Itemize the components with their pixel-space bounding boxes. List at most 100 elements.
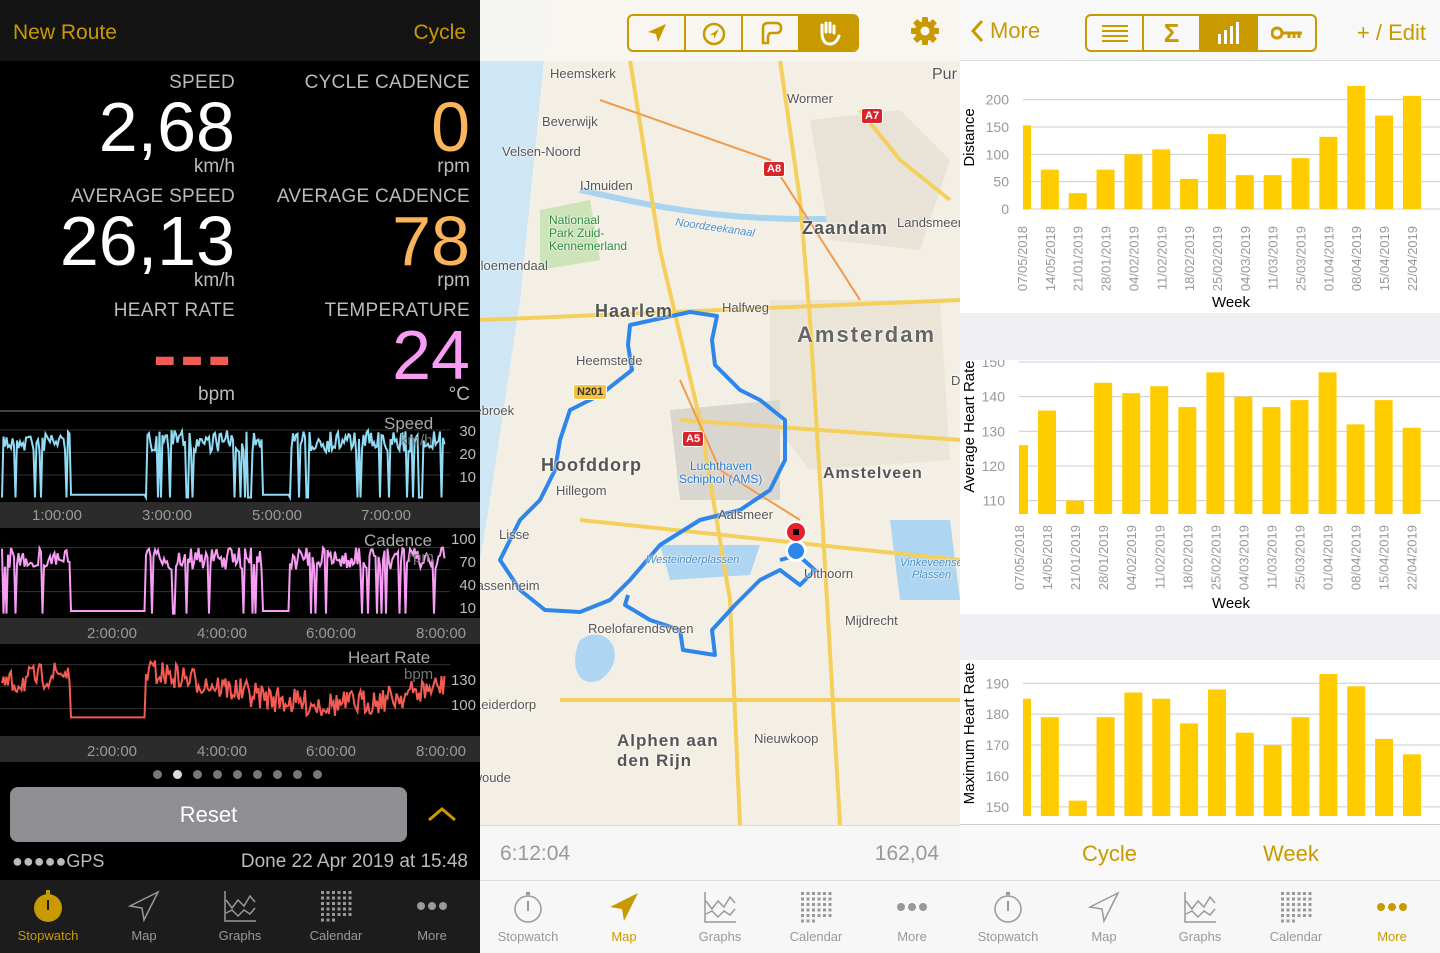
back-label: More [990, 18, 1041, 43]
tab-graphs[interactable]: Graphs [1152, 881, 1248, 953]
bar [1206, 372, 1225, 514]
activity-filter-button[interactable]: Cycle [1082, 841, 1137, 867]
x-tick-label: 11/03/2019 [1266, 226, 1281, 290]
tab-map[interactable]: Map [96, 880, 192, 953]
period-filter-button[interactable]: Week [1263, 841, 1319, 867]
y-axis-label: Maximum Heart Rate [961, 663, 978, 805]
sigma-icon: Σ [1163, 17, 1180, 48]
gear-icon[interactable] [910, 16, 940, 46]
x-tick: 3:00:00 [141, 507, 193, 524]
more-dots-icon [1377, 903, 1407, 911]
pan-button[interactable] [800, 16, 857, 50]
list-icon [1101, 25, 1128, 42]
tab-stopwatch[interactable]: Stopwatch [480, 881, 576, 953]
tab-label: More [1377, 929, 1407, 944]
y-tick-label: 0 [1001, 201, 1009, 217]
bar [1347, 686, 1366, 816]
tab-label: Graphs [1178, 929, 1222, 944]
reset-button[interactable]: Reset [10, 787, 407, 842]
tab-graphs[interactable]: Graphs [192, 880, 288, 953]
bar [1346, 424, 1365, 514]
location-arrow-icon [1087, 891, 1120, 924]
page-dot[interactable] [153, 770, 162, 779]
page-dot[interactable] [293, 770, 302, 779]
y-tick-label: 50 [993, 174, 1009, 190]
bar [1319, 136, 1338, 209]
bar [1180, 178, 1199, 209]
tab-stopwatch[interactable]: Stopwatch [960, 881, 1056, 953]
status-text: Done 22 Apr 2019 at 15:48 [240, 851, 468, 872]
compass-button[interactable] [686, 16, 743, 50]
more-dots-icon [897, 903, 927, 911]
activity-type-button[interactable]: Cycle [413, 21, 466, 45]
x-axis-label: Week [1212, 595, 1251, 612]
location-arrow-icon [127, 890, 160, 923]
current-location-icon [785, 540, 807, 562]
x-tick-label: 25/02/2019 [1210, 226, 1225, 291]
x-tick-label: 28/01/2019 [1099, 226, 1114, 291]
page-dot[interactable] [313, 770, 322, 779]
tab-label: Stopwatch [497, 929, 559, 944]
average-heart-rate-chart: 110 120 130 140 150 07/05/2018 14/05/2018 21/01… [961, 360, 1440, 612]
bar [1234, 396, 1253, 514]
route-button[interactable] [743, 16, 800, 50]
cadence-unit: rpm [437, 156, 470, 177]
page-dot[interactable] [273, 770, 282, 779]
tab-calendar[interactable]: Calendar [288, 880, 384, 953]
bar [1402, 95, 1421, 209]
tab-map[interactable]: Map [1056, 881, 1152, 953]
bar-chart-icon [1217, 22, 1239, 44]
key-icon [1270, 26, 1302, 40]
follow-location-button[interactable] [629, 16, 686, 50]
page-control[interactable] [153, 770, 322, 780]
bar [1235, 175, 1254, 209]
x-tick: 6:00:00 [305, 625, 357, 642]
tab-more[interactable]: More [1344, 881, 1440, 953]
tab-label: Map [131, 928, 157, 943]
y-tick: 130 [450, 672, 476, 689]
map-label: Heemskerk [550, 66, 616, 81]
tab-map[interactable]: Map [576, 881, 672, 953]
tab-calendar[interactable]: Calendar [768, 881, 864, 953]
calendar-grid-icon [801, 892, 832, 923]
map-label: Zaandam [802, 218, 889, 238]
x-tick-label: 21/01/2019 [1071, 226, 1086, 291]
map-label: Kennemerland [549, 239, 628, 253]
route-info-bar: 6:12:04 162,04 [480, 825, 960, 880]
page-dot[interactable] [253, 770, 262, 779]
x-tick-label: 18/02/2019 [1182, 226, 1197, 291]
bar [1375, 115, 1394, 209]
chevron-up-icon[interactable] [427, 805, 457, 823]
bar [1291, 717, 1310, 816]
bar [1180, 723, 1199, 816]
add-edit-button[interactable]: + / Edit [1357, 20, 1426, 46]
bar [1019, 445, 1028, 514]
list-view-button[interactable] [1087, 16, 1144, 50]
tab-stopwatch[interactable]: Stopwatch [0, 880, 96, 953]
sum-view-button[interactable]: Σ [1144, 16, 1201, 50]
heart-rate-graph-title: Heart Rate [348, 648, 431, 667]
page-dot[interactable] [193, 770, 202, 779]
page-dot[interactable] [173, 770, 182, 779]
page-dot[interactable] [233, 770, 242, 779]
x-tick-label: 25/03/2019 [1293, 525, 1308, 590]
y-tick-label: 150 [982, 360, 1006, 370]
key-view-button[interactable] [1258, 16, 1315, 50]
tab-more[interactable]: More [864, 881, 960, 953]
tab-more[interactable]: More [384, 880, 480, 953]
chart-view-button[interactable] [1201, 16, 1258, 50]
tab-label: Stopwatch [17, 928, 79, 943]
view-mode-control[interactable]: Σ [1085, 14, 1317, 52]
tab-calendar[interactable]: Calendar [1248, 881, 1344, 953]
back-button[interactable]: More [970, 18, 1040, 44]
bar [1096, 717, 1115, 816]
x-tick: 4:00:00 [196, 743, 248, 760]
page-dot[interactable] [213, 770, 222, 779]
map-mode-control[interactable] [627, 14, 859, 52]
duration-value: 6:12:04 [500, 842, 571, 865]
map-label: Beverwijk [542, 114, 598, 129]
tab-graphs[interactable]: Graphs [672, 881, 768, 953]
speed-time-axis: 1:00:00 3:00:00 5:00:00 7:00:00 [0, 502, 480, 528]
new-route-button[interactable]: New Route [13, 21, 117, 45]
heart-rate-graph-unit: bpm [404, 666, 434, 683]
